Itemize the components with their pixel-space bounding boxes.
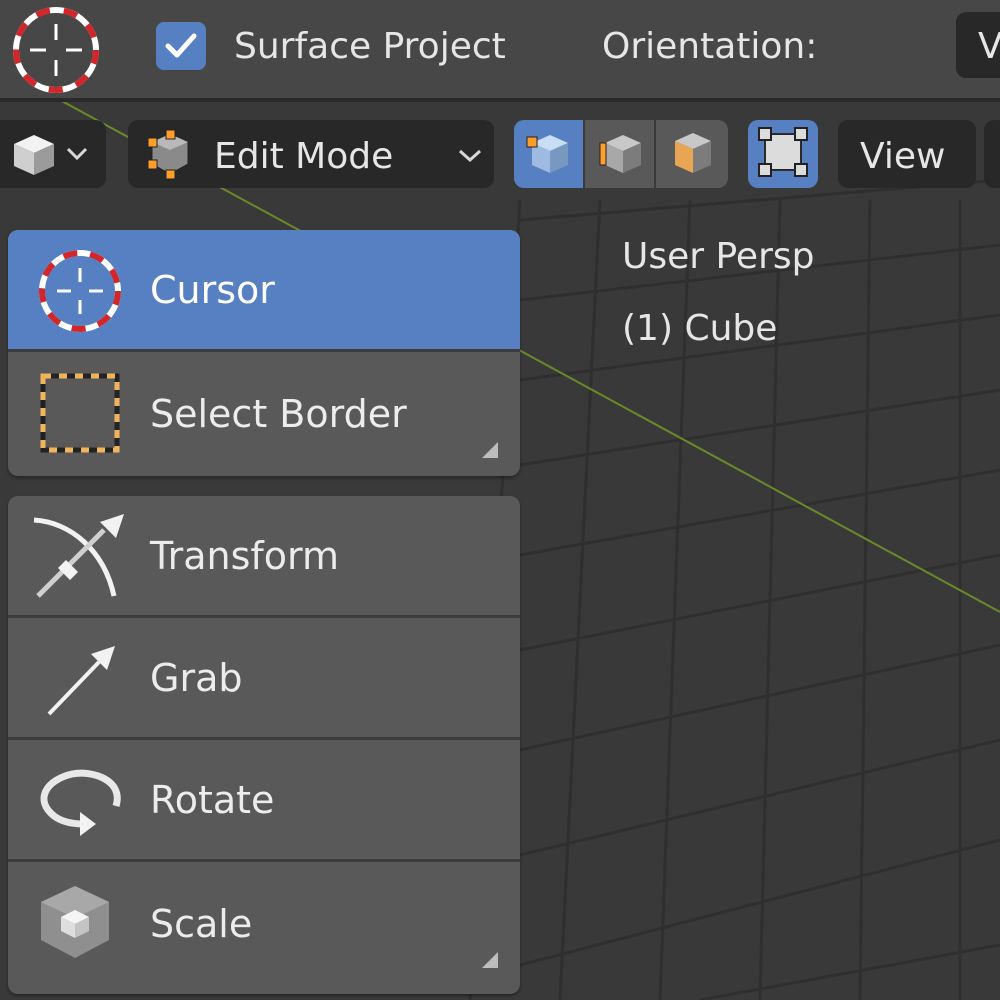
tool-label: Scale (150, 902, 253, 946)
scale-icon (30, 876, 130, 970)
tool-label: Cursor (150, 267, 275, 312)
tool-scale[interactable]: Scale (8, 862, 520, 986)
proportional-editing-icon (755, 124, 811, 184)
tool-select-border[interactable]: Select Border (8, 352, 520, 476)
mode-label: Edit Mode (214, 136, 394, 177)
edge-select-button[interactable] (585, 120, 656, 188)
tool-variants-indicator (482, 952, 498, 968)
transform-icon (30, 510, 130, 604)
rotate-icon (30, 754, 130, 848)
vertex-select-button[interactable] (514, 120, 585, 188)
tool-grab[interactable]: Grab (8, 618, 520, 740)
proportional-editing-button[interactable] (748, 120, 818, 188)
object-type-dropdown[interactable] (0, 120, 106, 188)
toolbar-group-select: Cursor Select Border (8, 230, 520, 476)
edit-mode-icon (144, 128, 196, 184)
cursor-icon (30, 244, 130, 338)
tool-label: Select Border (150, 392, 407, 436)
active-object-label: (1) Cube (622, 308, 778, 349)
select-menu[interactable] (984, 120, 1000, 188)
tool-transform[interactable]: Transform (8, 496, 520, 618)
cursor-icon[interactable] (10, 4, 102, 96)
toolbar-group-transform: Transform Grab Rotate Scale (8, 496, 520, 994)
face-select-button[interactable] (656, 120, 727, 188)
cube-icon (10, 132, 58, 182)
tool-rotate[interactable]: Rotate (8, 740, 520, 862)
chevron-down-icon (458, 148, 482, 167)
orientation-label: Orientation: (602, 26, 818, 67)
grab-icon (30, 632, 130, 726)
checkmark-icon (165, 33, 197, 58)
view-menu[interactable]: View (838, 120, 976, 188)
surface-project-checkbox[interactable] (156, 22, 206, 70)
select-border-icon (30, 366, 130, 460)
tool-variants-indicator (482, 442, 498, 458)
tool-label: Grab (150, 655, 243, 700)
view-menu-label: View (860, 136, 946, 177)
tool-settings-header: Surface Project Orientation: V (0, 0, 1000, 102)
chevron-down-icon (66, 146, 88, 165)
tool-label: Transform (150, 533, 340, 578)
tool-cursor[interactable]: Cursor (8, 230, 520, 352)
select-mode-group (514, 120, 728, 188)
orientation-value: V (978, 26, 1000, 67)
edge-select-icon (595, 127, 645, 181)
view-name-label: User Persp (622, 236, 815, 277)
interaction-mode-dropdown[interactable]: Edit Mode (128, 120, 494, 188)
face-select-icon (667, 127, 717, 181)
orientation-dropdown[interactable]: V (956, 12, 1000, 78)
surface-project-label[interactable]: Surface Project (234, 26, 506, 67)
tool-label: Rotate (150, 777, 275, 822)
vertex-select-icon (524, 127, 574, 181)
